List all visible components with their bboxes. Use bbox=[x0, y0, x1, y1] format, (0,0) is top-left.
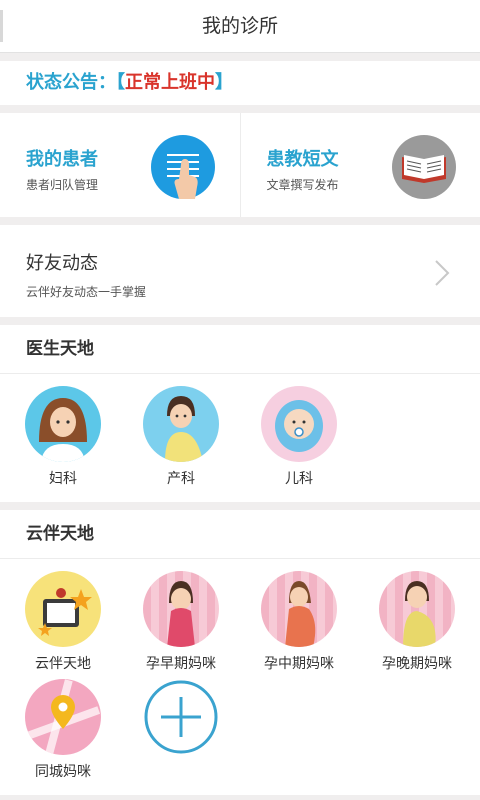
obstetrics-avatar-icon bbox=[143, 386, 219, 462]
back-edge[interactable] bbox=[0, 10, 3, 42]
friend-updates-title: 好友动态 bbox=[26, 253, 98, 274]
gynecology-avatar-icon bbox=[25, 386, 101, 462]
doctor-section: 医生天地 妇科 产科 儿科 bbox=[0, 325, 480, 502]
book-icon bbox=[391, 135, 456, 199]
pediatrics-avatar-icon bbox=[261, 386, 337, 462]
notice-open-bracket: 【 bbox=[116, 72, 125, 93]
patients-list-icon bbox=[151, 135, 215, 199]
my-patients-subtitle: 患者归队管理 bbox=[26, 178, 99, 192]
gynecology-label: 妇科 bbox=[49, 471, 77, 487]
obstetrics-label: 产科 bbox=[167, 471, 195, 487]
patient-education-title: 患教短文 bbox=[266, 149, 339, 170]
gynecology-item[interactable]: 妇科 bbox=[8, 386, 118, 488]
status-notice[interactable]: 状态公告：【正常上班中】 bbox=[0, 61, 480, 105]
add-item-button[interactable] bbox=[126, 679, 236, 781]
pediatrics-label: 儿科 bbox=[285, 471, 313, 487]
map-pin-icon bbox=[25, 679, 101, 755]
late-pregnancy-icon bbox=[379, 571, 455, 647]
my-patients-title: 我的患者 bbox=[26, 149, 98, 170]
late-pregnancy-label: 孕晚期妈咪 bbox=[382, 656, 452, 672]
notice-close-bracket: 】 bbox=[215, 72, 233, 93]
pediatrics-item[interactable]: 儿科 bbox=[244, 386, 354, 488]
friend-updates-row[interactable]: 好友动态 云伴好友动态一手掌握 bbox=[0, 225, 480, 317]
early-pregnancy-icon bbox=[143, 571, 219, 647]
notice-status: 正常上班中 bbox=[125, 72, 215, 93]
late-pregnancy-item[interactable]: 孕晚期妈咪 bbox=[362, 571, 472, 673]
chevron-right-icon bbox=[435, 260, 450, 286]
mid-pregnancy-item[interactable]: 孕中期妈咪 bbox=[244, 571, 354, 673]
early-pregnancy-label: 孕早期妈咪 bbox=[146, 656, 216, 672]
notice-label: 状态公告： bbox=[26, 72, 116, 93]
early-pregnancy-item[interactable]: 孕早期妈咪 bbox=[126, 571, 236, 673]
patient-education-subtitle: 文章撰写发布 bbox=[266, 178, 339, 192]
mid-pregnancy-label: 孕中期妈咪 bbox=[264, 656, 334, 672]
local-moms-label: 同城妈咪 bbox=[35, 764, 91, 780]
top-bar: 我的诊所 bbox=[0, 0, 480, 53]
add-icon bbox=[143, 679, 219, 755]
yunban-section: 云伴天地 云伴天地 孕早期妈咪 孕中期妈咪 孕晚期妈咪 同城妈咪 bbox=[0, 510, 480, 795]
page-title: 我的诊所 bbox=[201, 15, 278, 37]
local-moms-item[interactable]: 同城妈咪 bbox=[8, 679, 118, 781]
my-patients-card[interactable]: 我的患者 患者归队管理 bbox=[0, 113, 240, 217]
friend-updates-subtitle: 云伴好友动态一手掌握 bbox=[26, 285, 147, 299]
yunban-section-title: 云伴天地 bbox=[0, 510, 480, 559]
yunban-tv-icon bbox=[25, 571, 101, 647]
obstetrics-item[interactable]: 产科 bbox=[126, 386, 236, 488]
yunban-world-item[interactable]: 云伴天地 bbox=[8, 571, 118, 673]
mid-pregnancy-icon bbox=[261, 571, 337, 647]
patient-education-card[interactable]: 患教短文 文章撰写发布 bbox=[239, 113, 480, 217]
doctor-section-title: 医生天地 bbox=[0, 325, 480, 374]
yunban-world-label: 云伴天地 bbox=[35, 656, 91, 672]
feature-cards: 我的患者 患者归队管理 患教短文 文章撰写发布 bbox=[0, 113, 480, 217]
